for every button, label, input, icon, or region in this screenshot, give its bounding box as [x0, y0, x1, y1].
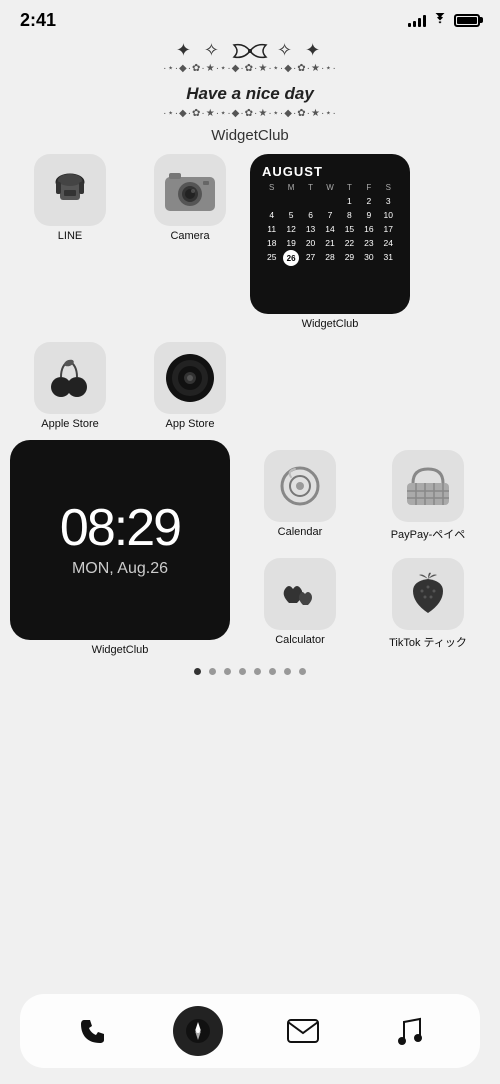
clock-time: 08:29 [60, 502, 180, 554]
page-dot-6[interactable] [269, 668, 276, 675]
page-dots [0, 668, 500, 675]
app-item-line[interactable]: LINE [10, 148, 130, 248]
app-name-calendar: Calendar [278, 526, 323, 538]
page-dot-8[interactable] [299, 668, 306, 675]
app-name-app-store: App Store [166, 418, 215, 430]
clock-widget-container[interactable]: 08:29 MON, Aug.26 WidgetClub [10, 440, 230, 656]
cal-month: AUGUST [262, 164, 398, 179]
mail-dock-icon[interactable] [278, 1006, 328, 1056]
dock [20, 994, 480, 1068]
page-dot-4[interactable] [239, 668, 246, 675]
calendar-widget-label: WidgetClub [302, 318, 359, 330]
app-item-calendar[interactable]: Calendar [238, 444, 362, 548]
app-item-camera[interactable]: Camera [130, 148, 250, 248]
app-item-app-store[interactable]: App Store [130, 336, 250, 436]
signal-icon [408, 13, 426, 27]
page-dot-1[interactable] [194, 668, 201, 675]
today-marker: 26 [283, 250, 299, 266]
app-name-calculator: Calculator [275, 634, 325, 646]
status-icons [408, 12, 480, 28]
status-time: 2:41 [20, 10, 56, 31]
status-bar: 2:41 [0, 0, 500, 36]
app-name-camera: Camera [170, 230, 209, 242]
phone-dock-icon[interactable] [68, 1006, 118, 1056]
page-dot-2[interactable] [209, 668, 216, 675]
widget-label-top: WidgetClub [0, 127, 500, 144]
cal-days-header: SMTWTFS [262, 183, 398, 192]
app-item-apple-store[interactable]: Apple Store [10, 336, 130, 436]
deco-stars-top: ·⋆·◆·✿·★·⋆·◆·✿·★·⋆·◆·✿·★·⋆· [0, 63, 500, 74]
bow-decoration: ✦ ✧ ✧ ✦ [0, 40, 500, 61]
clock-date: MON, Aug.26 [72, 560, 168, 578]
battery-icon [454, 14, 480, 27]
app-row-1: LINE Camera AUGUST SMTWTFS [0, 148, 500, 336]
clock-widget-label: WidgetClub [92, 644, 149, 656]
calendar-widget[interactable]: AUGUST SMTWTFS 1 2 3 4 5 6 7 8 9 10 [250, 148, 410, 336]
wifi-icon [432, 12, 448, 28]
app-name-tiktok: TikTok ティック [389, 634, 467, 650]
deco-stars-bottom: ·⋆·◆·✿·★·⋆·◆·✿·★·⋆·◆·✿·★·⋆· [0, 108, 500, 119]
cal-days: 1 2 3 4 5 6 7 8 9 10 11 12 13 14 15 16 1… [262, 194, 398, 266]
page-dot-3[interactable] [224, 668, 231, 675]
app-item-tiktok[interactable]: TikTok ティック [366, 552, 490, 656]
app-item-calculator[interactable]: Calculator [238, 552, 362, 656]
app-name-paypay: PayPay-ペイペ [391, 526, 466, 542]
app-name-line: LINE [58, 230, 82, 242]
app-item-paypay[interactable]: PayPay-ペイペ [366, 444, 490, 548]
widget-row-clock: 08:29 MON, Aug.26 WidgetClub Calendar [0, 440, 500, 656]
page-dot-7[interactable] [284, 668, 291, 675]
music-dock-icon[interactable] [383, 1006, 433, 1056]
page-dot-5[interactable] [254, 668, 261, 675]
tagline: Have a nice day [0, 84, 500, 104]
safari-dock-icon[interactable] [173, 1006, 223, 1056]
app-name-apple-store: Apple Store [41, 418, 98, 430]
app-row-2: Apple Store App Store [0, 336, 500, 436]
right-app-grid: Calendar PayPay [238, 440, 490, 656]
